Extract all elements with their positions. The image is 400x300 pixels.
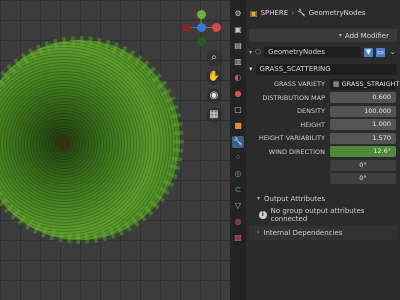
wind-direction-x-field[interactable]: 12.6° — [330, 146, 396, 157]
internal-dependencies-title: Internal Dependencies — [263, 228, 343, 237]
zoom-icon[interactable]: ⌕ — [206, 50, 222, 66]
expand-chevron-icon: ▾ — [257, 195, 261, 202]
internal-dependencies-panel-header[interactable]: › Internal Dependencies — [249, 225, 397, 240]
wind-direction-z-field[interactable]: 0° — [330, 173, 396, 184]
output-icon[interactable]: ▤ — [232, 40, 244, 52]
info-icon: i — [259, 210, 267, 219]
output-attributes-title: Output Attributes — [264, 194, 326, 203]
add-modifier-label: Add Modifier — [344, 31, 389, 40]
height-variability-field[interactable]: 1.570 — [330, 132, 396, 144]
gizmo-y-axis[interactable] — [197, 10, 206, 19]
density-field[interactable]: 100.000 — [330, 105, 396, 117]
edit-mode-toggle-icon[interactable]: ▼ — [364, 47, 373, 57]
output-attributes-message: No group output attributes connected — [270, 206, 365, 223]
properties-panel: ▣ SPHERE › 🔧 GeometryNodes ▾ Add Modifie… — [246, 0, 400, 300]
grass-variety-field[interactable]: ▦ GRASS_STRAIGHT — [330, 78, 399, 90]
node-group-name[interactable]: GRASS_SCATTERING — [255, 63, 397, 75]
prop-height-variability: HEIGHT VARIABILITY 1.570 — [246, 132, 400, 144]
modifier-header[interactable]: ▾ ⬡ GeometryNodes ▼ ▭ ⌄ — [249, 46, 397, 58]
properties-tab-strip: ⚙ ▣ ▤ ▥ ◐ ● ▢ ■ 🔧 ⁘ ◎ ⊂ ▽ ◍ ▩ — [230, 0, 246, 300]
wind-direction-y-field[interactable]: 0° — [330, 159, 396, 171]
breadcrumb-modifier: GeometryNodes — [308, 9, 366, 17]
prop-height: HEIGHT 1.000 — [246, 119, 400, 131]
breadcrumb-separator: › — [291, 9, 295, 17]
node-group-browse-icon[interactable]: ▾ — [249, 65, 253, 73]
node-group-selector[interactable]: ▾ GRASS_SCATTERING — [249, 63, 397, 75]
prop-wind-direction-z: 0° — [246, 173, 400, 185]
wrench-small-icon: 🔧 — [297, 9, 306, 17]
geometry-nodes-icon: ⬡ — [255, 48, 262, 56]
particles-icon[interactable]: ⁘ — [232, 152, 244, 164]
prop-distribution-map: DISTRIBUTION MAP 0.600 — [246, 92, 400, 104]
world-icon[interactable]: ● — [232, 88, 244, 100]
prop-wind-direction-y: 0° — [246, 159, 400, 171]
tool-settings-icon[interactable]: ⚙ — [232, 8, 244, 20]
gizmo-x-axis[interactable] — [212, 23, 221, 32]
modifier-inputs: GRASS VARIETY ▦ GRASS_STRAIGHT DISTRIBUT… — [246, 78, 400, 185]
grass-sphere-object[interactable] — [0, 40, 180, 240]
navigation-gizmo[interactable] — [176, 8, 226, 48]
gizmo-neg-x-axis[interactable] — [182, 23, 191, 32]
object-icon[interactable]: ■ — [232, 120, 244, 132]
distribution-map-field[interactable]: 0.600 — [330, 92, 396, 103]
collapse-chevron-icon[interactable]: ▾ — [249, 49, 252, 56]
texture-icon[interactable]: ▩ — [232, 232, 244, 244]
collection-field-icon: ▦ — [333, 79, 340, 88]
height-field[interactable]: 1.000 — [330, 119, 396, 130]
collapsed-chevron-icon: › — [257, 229, 260, 236]
dropdown-arrow-icon: ▾ — [338, 32, 342, 39]
camera-view-icon[interactable]: ◉ — [206, 88, 222, 104]
viewport-navigation-tools: ⌕ ✋ ◉ ▦ — [206, 50, 224, 123]
prop-grass-variety: GRASS VARIETY ▦ GRASS_STRAIGHT — [273, 78, 400, 90]
constraints-icon[interactable]: ⊂ — [232, 184, 244, 196]
collection-icon[interactable]: ▢ — [232, 104, 244, 116]
prop-density: DENSITY 100.000 — [246, 105, 400, 117]
view-layer-icon[interactable]: ▥ — [232, 56, 244, 68]
output-attributes-panel-header[interactable]: ▾ Output Attributes — [249, 193, 397, 205]
modifier-wrench-icon[interactable]: 🔧 — [232, 136, 244, 148]
render-icon[interactable]: ▣ — [232, 24, 244, 36]
breadcrumb-object: SPHERE — [260, 9, 289, 17]
physics-icon[interactable]: ◎ — [232, 168, 244, 180]
add-modifier-button[interactable]: ▾ Add Modifier — [249, 29, 397, 42]
perspective-grid-icon[interactable]: ▦ — [206, 107, 222, 123]
prop-wind-direction: WIND DIRECTION 12.6° — [246, 146, 400, 158]
object-data-icon[interactable]: ▽ — [232, 200, 244, 212]
gizmo-neg-y-axis[interactable] — [197, 37, 206, 46]
output-attributes-info: i No group output attributes connected — [249, 206, 397, 223]
viewport-display-toggle-icon[interactable]: ▭ — [376, 47, 385, 57]
breadcrumb: ▣ SPHERE › 🔧 GeometryNodes — [246, 0, 400, 26]
scene-icon[interactable]: ◐ — [232, 72, 244, 84]
modifier-name-field[interactable]: GeometryNodes — [264, 46, 361, 58]
object-small-icon: ▣ — [250, 8, 258, 18]
modifier-menu-icon[interactable]: ⌄ — [388, 48, 397, 57]
3d-viewport[interactable]: ⌕ ✋ ◉ ▦ — [0, 0, 230, 300]
material-icon[interactable]: ◍ — [232, 216, 244, 228]
pan-hand-icon[interactable]: ✋ — [206, 69, 222, 85]
gizmo-z-axis[interactable] — [197, 23, 206, 32]
